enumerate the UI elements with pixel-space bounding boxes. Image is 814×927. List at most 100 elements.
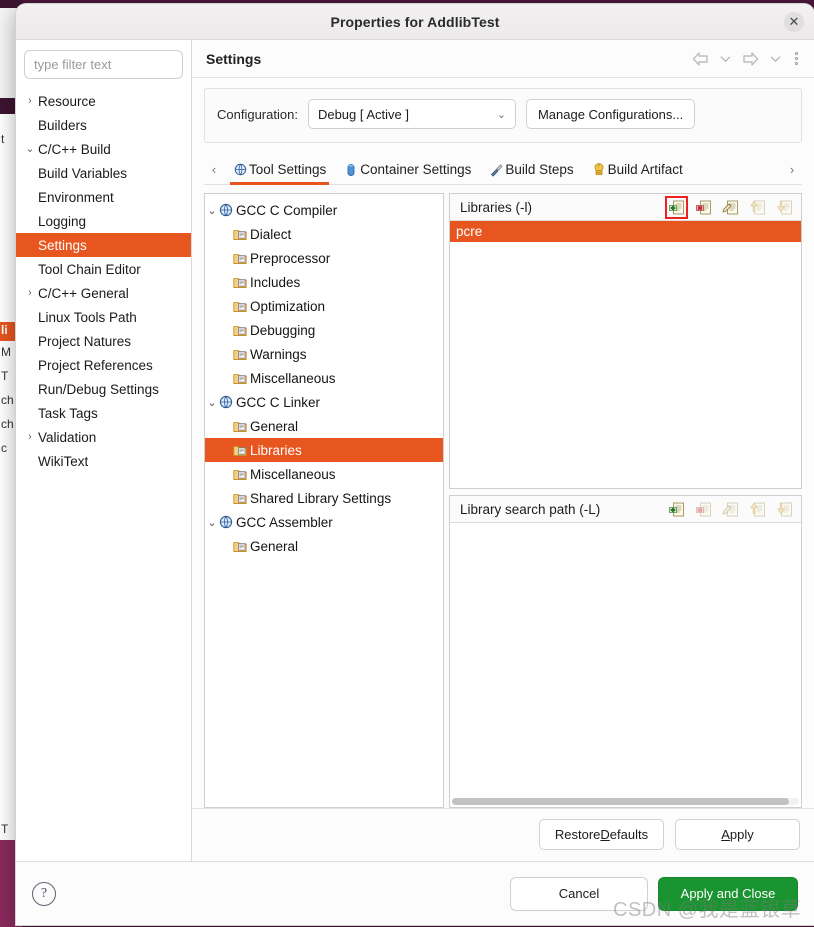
tab-build-artifact[interactable]: Build Artifact	[583, 155, 692, 184]
manage-configurations-button[interactable]: Manage Configurations...	[525, 99, 696, 129]
libraries-pane-header: Libraries (-l)	[450, 194, 801, 221]
tool-tree-item-label: Libraries	[250, 442, 302, 458]
sidebar-item-project-natures[interactable]: Project Natures	[16, 329, 191, 353]
chevron-down-icon[interactable]: ⌄	[205, 396, 219, 409]
tool-tree-item-label: GCC C Linker	[236, 394, 321, 410]
option-folder-icon	[233, 540, 250, 553]
dialog-title: Properties for AddlibTest	[330, 13, 500, 30]
forward-arrow-icon[interactable]	[741, 50, 759, 68]
sidebar-item-label: C/C++ General	[38, 285, 129, 301]
tool-tree-item-gcc-c-compiler[interactable]: ⌄ GCC C Compiler	[205, 198, 443, 222]
tool-tree-item-label: Includes	[250, 274, 301, 290]
sidebar-item-project-references[interactable]: Project References	[16, 353, 191, 377]
tool-tree-item-label: Miscellaneous	[250, 466, 336, 482]
tool-tree-item-general[interactable]: General	[205, 534, 443, 558]
tool-tree-item-includes[interactable]: Includes	[205, 270, 443, 294]
tool-tree-item-optimization[interactable]: Optimization	[205, 294, 443, 318]
sidebar-item-settings[interactable]: Settings	[16, 233, 191, 257]
sidebar-item-tool-chain-editor[interactable]: Tool Chain Editor	[16, 257, 191, 281]
tab-build-steps[interactable]: Build Steps	[480, 155, 582, 184]
libraries-pane-title: Libraries (-l)	[460, 199, 533, 215]
tabs-scroll-right-icon[interactable]: ›	[782, 155, 802, 184]
forward-history-chevron-down-icon[interactable]	[766, 50, 784, 68]
sidebar-item-environment[interactable]: Environment	[16, 185, 191, 209]
option-folder-icon	[233, 228, 250, 241]
build-steps-icon	[489, 163, 503, 177]
sidebar-item-wikitext[interactable]: WikiText	[16, 449, 191, 473]
filter-input[interactable]	[24, 50, 183, 79]
tool-tree-item-debugging[interactable]: Debugging	[205, 318, 443, 342]
configuration-select-value: Debug [ Active ]	[317, 106, 410, 122]
tab-container-settings[interactable]: Container Settings	[335, 155, 480, 184]
chevron-down-icon[interactable]: ⌄	[205, 516, 219, 529]
sidebar-item-c-c-build[interactable]: ⌄ C/C++ Build	[16, 137, 191, 161]
add-icon[interactable]	[666, 499, 687, 520]
close-icon[interactable]: ✕	[784, 12, 804, 32]
horizontal-scrollbar[interactable]	[452, 798, 799, 805]
delete-icon[interactable]	[693, 197, 714, 218]
tool-tabs: ‹ Tool Settings Container Settings Build S…	[204, 155, 802, 185]
settings-content: Settings Configuration: Debug [Active]…	[192, 40, 814, 861]
sidebar-item-build-variables[interactable]: Build Variables	[16, 161, 191, 185]
option-folder-icon	[233, 300, 250, 313]
filter-container	[16, 50, 191, 87]
list-item[interactable]: pcre	[450, 221, 801, 242]
chevron-right-icon[interactable]: ›	[22, 95, 38, 107]
apply-bar: Restore Defaults Apply	[192, 808, 814, 861]
libraries-pane-toolbar	[665, 195, 795, 219]
cancel-button[interactable]: Cancel	[510, 876, 648, 911]
tool-tree-item-dialect[interactable]: Dialect	[205, 222, 443, 246]
tool-tree-item-preprocessor[interactable]: Preprocessor	[205, 246, 443, 270]
apply-post: pply	[729, 827, 754, 842]
tab-label: Build Artifact	[607, 162, 683, 177]
sidebar-item-resource[interactable]: › Resource	[16, 89, 191, 113]
help-question-icon[interactable]: ?	[32, 881, 56, 906]
tool-tree-item-miscellaneous[interactable]: Miscellaneous	[205, 462, 443, 486]
compiler-tool-icon	[219, 395, 236, 409]
tool-tree-item-miscellaneous[interactable]: Miscellaneous	[205, 366, 443, 390]
sidebar-item-task-tags[interactable]: Task Tags	[16, 401, 191, 425]
kebab-menu-icon[interactable]	[791, 52, 802, 65]
edit-icon[interactable]	[720, 197, 741, 218]
option-folder-icon	[233, 444, 250, 457]
build-artifact-icon	[592, 162, 606, 177]
tool-tree-item-gcc-c-linker[interactable]: ⌄ GCC C Linker	[205, 390, 443, 414]
apply-mnemonic: A	[721, 827, 730, 842]
library-search-path-pane: Library search path (-L)	[449, 495, 802, 808]
tabs-scroll-left-icon[interactable]: ‹	[204, 155, 224, 184]
dialog-footer: ? Cancel Apply and Close	[16, 861, 814, 925]
sidebar-item-c-c-general[interactable]: › C/C++ General	[16, 281, 191, 305]
sidebar-item-linux-tools-path[interactable]: Linux Tools Path	[16, 305, 191, 329]
option-folder-icon	[233, 276, 250, 289]
apply-button[interactable]: Apply	[675, 819, 800, 850]
sidebar-item-validation[interactable]: › Validation	[16, 425, 191, 449]
chevron-down-icon[interactable]: ⌄	[205, 204, 219, 217]
configuration-select[interactable]: Debug [ Active ] ⌄	[307, 99, 516, 129]
tool-tree-item-libraries[interactable]: Libraries	[205, 438, 443, 462]
option-folder-icon	[233, 492, 250, 505]
sidebar-item-builders[interactable]: Builders	[16, 113, 191, 137]
add-icon[interactable]	[665, 195, 688, 219]
back-arrow-icon[interactable]	[691, 50, 709, 68]
sidebar-item-label: WikiText	[38, 453, 89, 469]
sidebar-item-label: Build Variables	[38, 165, 128, 181]
tab-tool-settings[interactable]: Tool Settings	[224, 155, 335, 185]
tool-tree-item-gcc-assembler[interactable]: ⌄ GCC Assembler	[205, 510, 443, 534]
tool-tree-item-warnings[interactable]: Warnings	[205, 342, 443, 366]
library-search-path-list[interactable]	[450, 523, 801, 807]
tool-tree-item-general[interactable]: General	[205, 414, 443, 438]
chevron-right-icon[interactable]: ›	[22, 431, 38, 443]
sidebar-item-run-debug-settings[interactable]: Run/Debug Settings	[16, 377, 191, 401]
sidebar-item-label: Settings	[38, 237, 87, 253]
chevron-right-icon[interactable]: ›	[22, 287, 38, 299]
tool-settings-split: ⌄ GCC C Compiler Dialect Preprocessor Includ…	[204, 193, 802, 808]
dialog-titlebar: Properties for AddlibTest ✕	[16, 4, 814, 40]
search-path-pane-title: Library search path (-L)	[460, 501, 601, 517]
tool-tree-item-shared-library-settings[interactable]: Shared Library Settings	[205, 486, 443, 510]
chevron-down-icon[interactable]: ⌄	[22, 143, 38, 155]
restore-defaults-button[interactable]: Restore Defaults	[539, 819, 664, 850]
sidebar-item-logging[interactable]: Logging	[16, 209, 191, 233]
apply-and-close-button[interactable]: Apply and Close	[658, 876, 798, 911]
back-history-chevron-down-icon[interactable]	[716, 50, 734, 68]
libraries-list[interactable]: pcre	[450, 221, 801, 488]
